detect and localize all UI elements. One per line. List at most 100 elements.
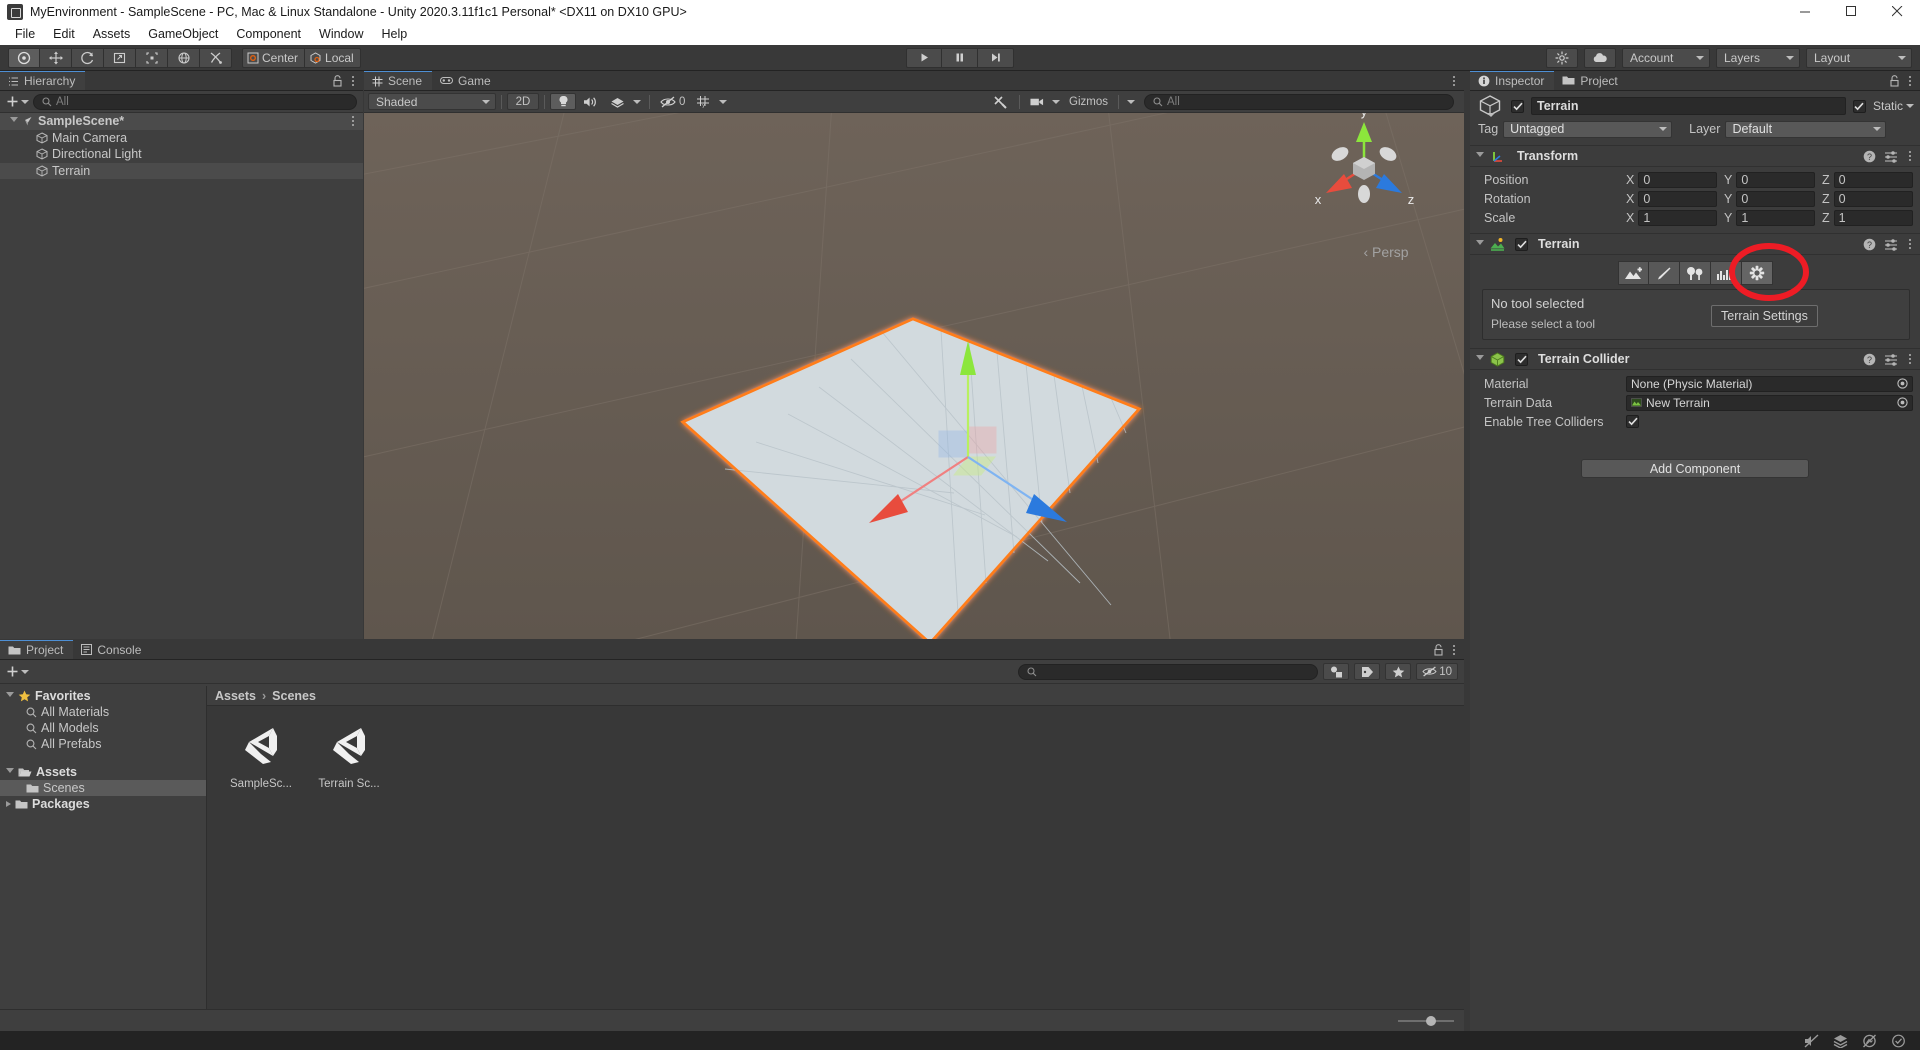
account-dropdown[interactable]: Account: [1622, 47, 1710, 68]
chevron-down-icon[interactable]: [1476, 240, 1484, 248]
layout-dropdown[interactable]: Layout: [1806, 47, 1912, 68]
layers-dropdown[interactable]: Layers: [1716, 47, 1800, 68]
hierarchy-row-terrain[interactable]: Terrain: [0, 162, 363, 179]
scene-menu-icon[interactable]: [349, 116, 357, 127]
hierarchy-search-input[interactable]: All: [33, 93, 357, 110]
grid-dropdown[interactable]: [716, 93, 730, 110]
position-y-input[interactable]: 0: [1736, 171, 1815, 188]
position-z-input[interactable]: 0: [1833, 171, 1913, 188]
chevron-down-icon[interactable]: [10, 117, 18, 125]
transform-component-header[interactable]: Transform ?: [1470, 145, 1920, 167]
layers-status-icon[interactable]: [1833, 1034, 1848, 1048]
project-tree-all-materials[interactable]: All Materials: [0, 704, 206, 720]
tab-project[interactable]: Project: [0, 640, 74, 659]
scene-visibility-toggle[interactable]: 0: [655, 93, 690, 110]
help-icon[interactable]: ?: [1863, 353, 1876, 366]
breadcrumb-assets[interactable]: Assets: [215, 689, 256, 703]
tag-dropdown[interactable]: Untagged: [1503, 120, 1673, 138]
terrain-enabled-checkbox[interactable]: [1515, 237, 1528, 251]
chevron-down-icon[interactable]: [1476, 355, 1484, 363]
paint-terrain-tool-icon[interactable]: [1648, 261, 1680, 285]
create-neighbor-terrains-tool-icon[interactable]: [1617, 261, 1649, 285]
toggle-2d-button[interactable]: 2D: [507, 93, 539, 110]
chevron-down-icon[interactable]: [6, 692, 14, 700]
hand-tool-icon[interactable]: [8, 47, 40, 68]
audio-toggle-icon[interactable]: [576, 93, 604, 110]
preset-icon[interactable]: [1884, 238, 1898, 251]
scene-menu-icon[interactable]: [1450, 75, 1458, 86]
scene-tools-icon[interactable]: [986, 93, 1014, 110]
asset-item[interactable]: SampleSc...: [223, 722, 299, 790]
scale-z-input[interactable]: 1: [1833, 209, 1913, 226]
draw-mode-dropdown[interactable]: Shaded: [368, 93, 496, 110]
terrain-settings-tool-icon[interactable]: [1741, 261, 1773, 285]
object-picker-icon[interactable]: [1897, 397, 1908, 408]
project-tree-packages[interactable]: Packages: [0, 796, 206, 812]
chevron-down-icon[interactable]: [6, 768, 14, 776]
terrain-data-object-field[interactable]: New Terrain: [1626, 394, 1913, 411]
material-object-field[interactable]: None (Physic Material): [1626, 375, 1913, 392]
pause-icon[interactable]: [942, 47, 978, 68]
custom-editor-tool-icon[interactable]: [200, 47, 232, 68]
chevron-down-icon[interactable]: [1487, 113, 1495, 117]
filter-favorites-icon[interactable]: [1385, 663, 1412, 680]
step-icon[interactable]: [978, 47, 1014, 68]
menu-edit[interactable]: Edit: [44, 25, 84, 43]
chevron-down-icon[interactable]: [1476, 152, 1484, 160]
rotation-x-input[interactable]: 0: [1638, 190, 1717, 207]
tab-hierarchy[interactable]: Hierarchy: [0, 71, 86, 90]
chevron-right-icon[interactable]: [6, 801, 11, 807]
object-picker-icon[interactable]: [1897, 378, 1908, 389]
static-dropdown[interactable]: Static: [1873, 99, 1914, 113]
project-tree-all-models[interactable]: All Models: [0, 720, 206, 736]
terrain-menu-icon[interactable]: [1906, 239, 1914, 249]
menu-file[interactable]: File: [6, 25, 44, 43]
layer-dropdown[interactable]: Default: [1725, 120, 1887, 138]
mute-audio-icon[interactable]: [1804, 1033, 1819, 1048]
preset-icon[interactable]: [1884, 353, 1898, 366]
scene-search-input[interactable]: All: [1144, 93, 1454, 110]
gizmos-button[interactable]: Gizmos: [1063, 93, 1113, 110]
project-tree-favorites[interactable]: Favorites: [0, 688, 206, 704]
filter-by-label-icon[interactable]: [1354, 663, 1381, 680]
maximize-icon[interactable]: [1828, 0, 1874, 23]
scene-fx-dropdown[interactable]: [630, 93, 644, 110]
filter-by-type-icon[interactable]: [1323, 663, 1350, 680]
menu-gameobject[interactable]: GameObject: [139, 25, 227, 43]
project-tree-assets[interactable]: Assets: [0, 764, 206, 780]
tab-game[interactable]: Game: [432, 71, 501, 90]
tab-inspector[interactable]: Inspector: [1470, 71, 1555, 90]
scale-tool-icon[interactable]: [104, 47, 136, 68]
lock-icon[interactable]: [332, 74, 343, 87]
gizmos-dropdown[interactable]: [1124, 93, 1138, 110]
no-preview-icon[interactable]: [1862, 1034, 1877, 1048]
scene-camera-icon[interactable]: [1025, 93, 1049, 110]
hierarchy-row-directional-light[interactable]: Directional Light: [0, 146, 363, 163]
asset-item[interactable]: Terrain Sc...: [311, 722, 387, 790]
gameobject-name-input[interactable]: Terrain: [1531, 97, 1846, 115]
hierarchy-row-scene[interactable]: SampleScene*: [0, 113, 363, 130]
tab-scene[interactable]: Scene: [364, 71, 433, 90]
minimize-icon[interactable]: [1782, 0, 1828, 23]
terrain-component-header[interactable]: Terrain ?: [1470, 233, 1920, 255]
breadcrumb-scenes[interactable]: Scenes: [272, 689, 316, 703]
lock-icon[interactable]: [1889, 74, 1900, 87]
lock-icon[interactable]: [1433, 643, 1444, 656]
terrain-collider-enabled-checkbox[interactable]: [1515, 352, 1528, 366]
scene-camera-dropdown[interactable]: [1049, 93, 1063, 110]
hierarchy-menu-icon[interactable]: [349, 75, 357, 86]
tab-project-inspector[interactable]: Project: [1554, 71, 1628, 90]
inspector-menu-icon[interactable]: [1906, 75, 1914, 86]
add-component-button[interactable]: Add Component: [1581, 459, 1809, 478]
transform-menu-icon[interactable]: [1906, 151, 1914, 161]
project-menu-icon[interactable]: [1450, 644, 1458, 655]
pivot-rotation-button[interactable]: Local: [305, 47, 361, 68]
terrain-collider-menu-icon[interactable]: [1906, 354, 1914, 364]
lighting-toggle-icon[interactable]: [550, 93, 576, 110]
grid-visibility-icon[interactable]: y: [690, 93, 716, 110]
rotate-tool-icon[interactable]: [72, 47, 104, 68]
scene-viewport[interactable]: y x z ‹ Persp: [364, 113, 1464, 639]
enable-tree-colliders-checkbox[interactable]: [1626, 415, 1639, 428]
create-gameobject-button[interactable]: [6, 95, 29, 108]
static-checkbox[interactable]: [1852, 99, 1866, 113]
